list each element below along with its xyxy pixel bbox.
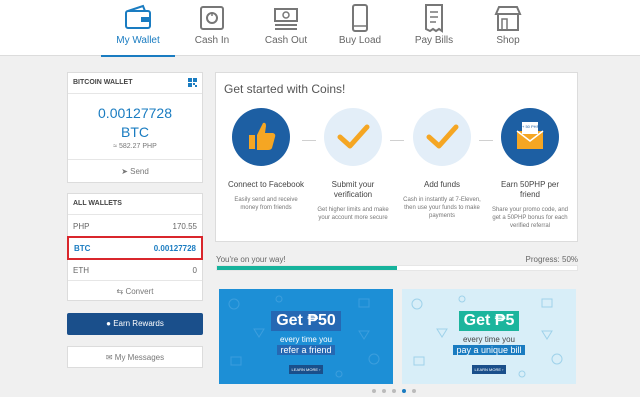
cash-icon: [274, 8, 298, 30]
carousel-dots: [372, 389, 422, 395]
progress-message: You're on your way!: [216, 255, 286, 264]
btc-currency: BTC: [121, 124, 149, 140]
wallet-row-php[interactable]: PHP 170.55: [68, 215, 202, 237]
wallet-balance: 170.55: [172, 222, 197, 231]
banner-headline: Get ₱5: [402, 311, 576, 331]
nav-label: Cash Out: [264, 35, 308, 46]
nav-label: Cash In: [194, 35, 230, 46]
step-title: Add funds: [423, 180, 461, 189]
nav-buy-load[interactable]: Buy Load: [323, 0, 397, 56]
envelope-reward-icon: [501, 108, 559, 166]
qr-code-icon[interactable]: [188, 78, 197, 87]
gift-icon: ●: [106, 319, 111, 328]
banner-headline: Get ₱50: [219, 311, 393, 331]
nav-cash-in[interactable]: Cash In: [175, 0, 249, 56]
carousel-dot[interactable]: [372, 389, 376, 393]
store-icon: [494, 6, 522, 31]
convert-label: Convert: [125, 287, 154, 296]
wallet-name: BTC: [74, 244, 91, 253]
step-title: Earn 50PHP per friend: [500, 180, 560, 199]
nav-label: My Wallet: [116, 35, 160, 46]
carousel-dot[interactable]: [402, 389, 406, 393]
step-connector: [390, 140, 404, 141]
learn-more-button[interactable]: LEARN MORE ›: [472, 365, 506, 374]
nav-pay-bills[interactable]: Pay Bills: [397, 0, 471, 56]
wallet-row-eth[interactable]: ETH 0: [68, 259, 202, 281]
nav-shop[interactable]: Shop: [471, 0, 545, 56]
send-button[interactable]: ➤ Send: [68, 159, 202, 182]
wallet-balance: 0: [192, 266, 197, 275]
progress-label: Progress: 50%: [525, 255, 578, 264]
checkmark-icon: [324, 108, 382, 166]
nav-label: Pay Bills: [414, 35, 454, 46]
nav-label: Shop: [496, 35, 520, 46]
send-label: Send: [130, 167, 149, 176]
carousel-dot[interactable]: [392, 389, 396, 393]
earn-rewards-button[interactable]: ● Earn Rewards: [67, 313, 203, 335]
wallet-balance: 0.00127728: [153, 244, 196, 253]
all-wallets-header: ALL WALLETS: [68, 194, 202, 215]
step-description: Share your promo code, and get a 50PHP b…: [491, 207, 569, 229]
step-description: Easily send and receive money from frien…: [234, 197, 298, 211]
step-connector: [479, 140, 493, 141]
carousel-dot[interactable]: [382, 389, 386, 393]
step-description: Cash in instantly at 7-Eleven, then use …: [403, 197, 481, 219]
my-messages-button[interactable]: ✉ My Messages: [67, 346, 203, 368]
active-tab-indicator: [101, 55, 175, 57]
wallet-row-btc[interactable]: BTC 0.00127728: [67, 236, 203, 260]
banner-line2: pay a unique bill: [402, 345, 576, 355]
progress-bar-fill: [217, 266, 397, 270]
swap-icon: ⇆: [116, 287, 124, 296]
nav-cash-out[interactable]: Cash Out: [249, 0, 323, 56]
envelope-icon: ✉: [105, 353, 113, 362]
banner-line1: every time you: [279, 335, 333, 344]
nav-label: Buy Load: [338, 35, 382, 46]
all-wallets-panel: ALL WALLETS PHP 170.55 BTC 0.00127728 ET…: [67, 193, 203, 301]
pay-bill-banner[interactable]: Get ₱5 every time you pay a unique bill …: [402, 289, 576, 384]
learn-more-button[interactable]: LEARN MORE ›: [289, 365, 323, 374]
thumbs-up-icon: [232, 108, 290, 166]
bitcoin-wallet-panel: BITCOIN WALLET 0.00127728 BTC ≈ 582.27 P…: [67, 72, 203, 183]
carousel-dot[interactable]: [412, 389, 416, 393]
earn-rewards-label: Earn Rewards: [113, 319, 164, 328]
step-description: Get higher limits and make your account …: [317, 207, 389, 221]
step-connector: [302, 140, 316, 141]
get-started-card: Get started with Coins! Connect to Faceb…: [215, 72, 578, 242]
my-messages-label: My Messages: [114, 353, 165, 362]
phone-icon: [352, 4, 368, 32]
refer-friend-banner[interactable]: Get ₱50 every time you refer a friend LE…: [219, 289, 393, 384]
top-nav: My Wallet Cash In Cash Out Buy Load Pay …: [0, 0, 640, 57]
wallet-name: PHP: [73, 222, 90, 231]
step-title: Submit your verification: [331, 180, 375, 199]
checkmark-icon: [413, 108, 471, 166]
btc-balance: 0.00127728: [98, 105, 172, 121]
safe-icon: [200, 6, 224, 30]
receipt-icon: [425, 4, 443, 33]
php-equivalent: ≈ 582.27 PHP: [113, 143, 157, 150]
envelope-caption: + 50 PHP: [522, 124, 540, 129]
convert-button[interactable]: ⇆ Convert: [68, 280, 202, 300]
nav-my-wallet[interactable]: My Wallet: [101, 0, 175, 57]
send-icon: ➤: [121, 167, 128, 176]
wallet-icon: [125, 4, 151, 29]
step-title: Connect to Facebook: [227, 180, 305, 189]
progress-bar: [216, 265, 578, 271]
banner-line2: refer a friend: [219, 345, 393, 355]
banner-line1: every time you: [462, 335, 516, 344]
bitcoin-wallet-header: BITCOIN WALLET: [68, 73, 202, 94]
wallet-name: ETH: [73, 266, 89, 275]
get-started-title: Get started with Coins!: [224, 82, 346, 96]
